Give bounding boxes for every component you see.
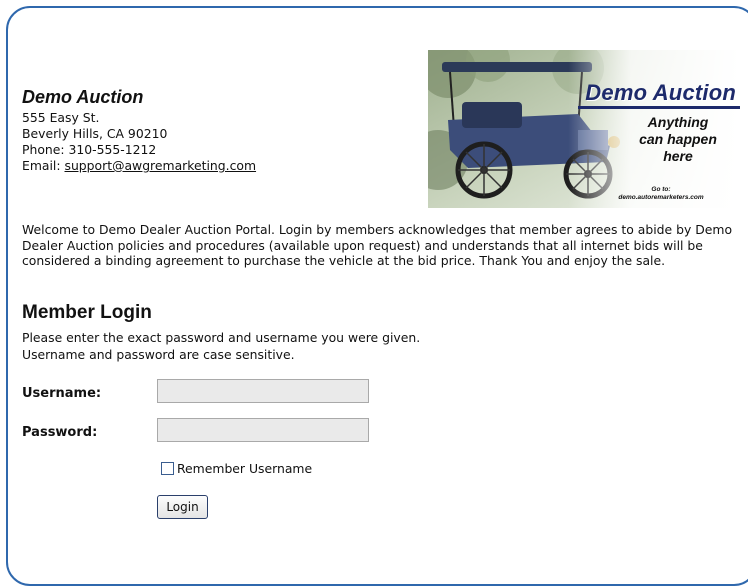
email-line: Email: support@awgremarketing.com bbox=[22, 158, 256, 174]
instruction-line-1: Please enter the exact password and user… bbox=[22, 330, 421, 345]
banner-tagline-line-3: here bbox=[663, 148, 693, 164]
banner-title: Demo Auction bbox=[585, 80, 736, 105]
login-instructions: Please enter the exact password and user… bbox=[22, 329, 420, 363]
phone-line: Phone: 310-555-1212 bbox=[22, 142, 157, 157]
banner-tagline-line-1: Anything bbox=[647, 114, 709, 130]
banner-tagline-line-2: can happen bbox=[639, 131, 717, 147]
address-line-2: Beverly Hills, CA 90210 bbox=[22, 126, 168, 141]
company-info: Demo Auction 555 Easy St. Beverly Hills,… bbox=[22, 86, 256, 174]
member-login-heading: Member Login bbox=[22, 302, 152, 323]
banner-goto: Go to: demo.autoremarketers.com bbox=[586, 186, 736, 202]
banner-tagline: Anything can happen here bbox=[628, 114, 728, 165]
address-line-1: 555 Easy St. bbox=[22, 110, 100, 125]
login-page: Demo Auction 555 Easy St. Beverly Hills,… bbox=[0, 0, 748, 559]
username-input[interactable] bbox=[157, 379, 369, 403]
welcome-message: Welcome to Demo Dealer Auction Portal. L… bbox=[22, 222, 733, 269]
company-name: Demo Auction bbox=[22, 87, 144, 107]
username-label: Username: bbox=[22, 386, 102, 401]
password-input[interactable] bbox=[157, 418, 369, 442]
banner-goto-label: Go to: bbox=[651, 186, 671, 193]
banner-goto-url: demo.autoremarketers.com bbox=[618, 194, 704, 201]
login-button[interactable]: Login bbox=[157, 495, 208, 519]
remember-username[interactable]: Remember Username bbox=[161, 461, 312, 476]
instruction-line-2: Username and password are case sensitive… bbox=[22, 347, 295, 362]
password-label: Password: bbox=[22, 425, 98, 440]
banner-title-underline bbox=[578, 106, 740, 109]
remember-username-label: Remember Username bbox=[177, 461, 313, 476]
auction-banner-image: Demo Auction Anything can happen here Go… bbox=[428, 50, 740, 208]
email-link[interactable]: support@awgremarketing.com bbox=[65, 158, 257, 173]
remember-username-checkbox[interactable] bbox=[161, 462, 174, 475]
email-prefix: Email: bbox=[22, 158, 65, 173]
